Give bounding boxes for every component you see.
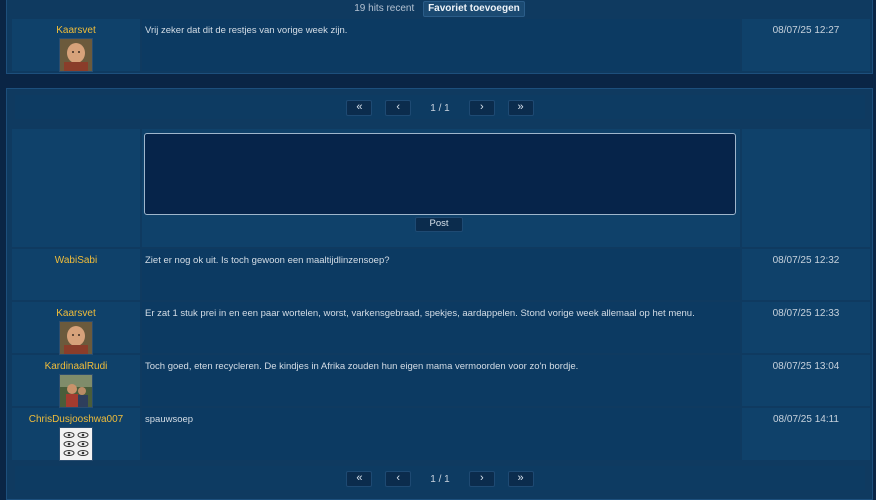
bald-man-avatar-icon[interactable]	[59, 321, 93, 355]
next-page-button[interactable]: ›	[468, 471, 495, 487]
post-date-cell: 08/07/25 12:32	[742, 249, 870, 300]
post-row: ChrisDusjooshwa007 spauwsoep 08/07/25 14…	[12, 408, 870, 461]
page-info: 1 / 1	[430, 473, 450, 485]
post-author: WabiSabi	[12, 249, 140, 300]
next-page-button[interactable]: ›	[468, 100, 495, 116]
post-message: Vrij zeker dat dit de restjes van vorige…	[142, 19, 740, 71]
bald-man-avatar-icon[interactable]	[59, 38, 93, 72]
post-button[interactable]: Post	[415, 217, 463, 232]
post-message: Ziet er nog ok uit. Is toch gewoon een m…	[142, 249, 740, 300]
username-link[interactable]: ChrisDusjooshwa007	[12, 414, 140, 425]
post-date: 08/07/25 12:32	[772, 255, 840, 266]
add-favorite-button[interactable]: Favoriet toevoegen	[423, 1, 525, 17]
username-link[interactable]: Kaarsvet	[12, 25, 140, 36]
post-text: Er zat 1 stuk prei in en een paar wortel…	[145, 308, 695, 319]
top-post-panel: 19 hits recent Favoriet toevoegen Kaarsv…	[6, 0, 873, 74]
post-message: Toch goed, eten recycleren. De kindjes i…	[142, 355, 740, 406]
last-page-button[interactable]: »	[507, 471, 534, 487]
post-date: 08/07/25 13:04	[772, 361, 840, 372]
post-row: Kaarsvet Vrij zeker dat dit de restjes v…	[12, 19, 870, 72]
pagination-top: « ‹ 1 / 1 › »	[15, 95, 865, 119]
post-text: Vrij zeker dat dit de restjes van vorige…	[145, 25, 348, 36]
post-row: WabiSabi Ziet er nog ok uit. Is toch gew…	[12, 249, 870, 300]
post-date-cell: 08/07/25 12:27	[742, 19, 870, 71]
eyes-avatar-icon[interactable]	[59, 427, 93, 461]
post-date: 08/07/25 14:11	[773, 414, 839, 425]
post-author: Kaarsvet	[12, 19, 140, 72]
post-date: 08/07/25 12:27	[772, 25, 840, 36]
prev-page-button[interactable]: ‹	[385, 100, 412, 116]
compose-date-cell	[742, 129, 870, 247]
pagination-bottom: « ‹ 1 / 1 › »	[15, 466, 865, 490]
post-author: KardinaalRudi	[12, 355, 140, 408]
post-text: Ziet er nog ok uit. Is toch gewoon een m…	[145, 255, 390, 266]
username-link[interactable]: WabiSabi	[12, 255, 140, 266]
compose-row: Post	[12, 129, 870, 247]
prev-page-button[interactable]: ‹	[385, 471, 412, 487]
post-message: spauwsoep	[142, 408, 740, 460]
username-link[interactable]: KardinaalRudi	[12, 361, 140, 372]
post-message: Er zat 1 stuk prei in en een paar wortel…	[142, 302, 740, 353]
username-link[interactable]: Kaarsvet	[12, 308, 140, 319]
compose-user-cell	[12, 129, 140, 247]
post-author: ChrisDusjooshwa007	[12, 408, 140, 461]
thread-panel: « ‹ 1 / 1 › » Post WabiSabi Ziet er nog …	[6, 88, 873, 500]
photo-avatar-icon[interactable]	[59, 374, 93, 408]
post-date-cell: 08/07/25 13:04	[742, 355, 870, 406]
hits-bar: 19 hits recent Favoriet toevoegen	[7, 1, 872, 17]
post-date-cell: 08/07/25 14:11	[742, 408, 870, 460]
hits-count: 19 hits recent	[354, 3, 415, 14]
post-date-cell: 08/07/25 12:33	[742, 302, 870, 353]
post-text: Toch goed, eten recycleren. De kindjes i…	[145, 361, 579, 372]
first-page-button[interactable]: «	[346, 471, 373, 487]
compose-cell: Post	[142, 129, 740, 247]
post-row: KardinaalRudi Toch goed, eten recycleren…	[12, 355, 870, 408]
post-date: 08/07/25 12:33	[772, 308, 840, 319]
post-author: Kaarsvet	[12, 302, 140, 355]
page-info: 1 / 1	[430, 102, 450, 114]
last-page-button[interactable]: »	[507, 100, 534, 116]
reply-textarea[interactable]	[144, 133, 736, 215]
post-row: Kaarsvet Er zat 1 stuk prei in en een pa…	[12, 302, 870, 355]
post-text: spauwsoep	[145, 414, 194, 425]
first-page-button[interactable]: «	[346, 100, 373, 116]
